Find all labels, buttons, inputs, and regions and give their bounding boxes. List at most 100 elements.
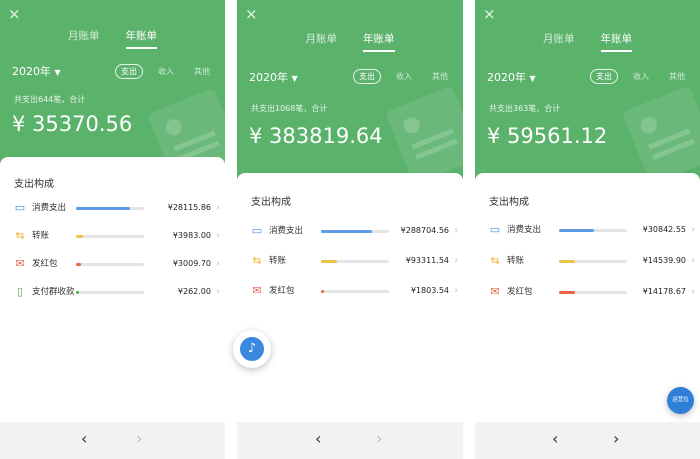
close-icon[interactable]: × [245,6,258,22]
category-amount: ¥3983.00 [172,231,211,240]
chevron-right-icon: › [216,203,220,213]
section-title: 支出构成 [489,197,529,208]
category-label: 消费支出 [32,203,67,213]
breakdown-card: 支出构成 ▭ 消费支出 ¥30842.55 › ⇆ 转账 ¥14539.90 › ✉ 发红包 ¥14… [475,173,700,422]
close-icon[interactable]: × [8,6,21,22]
section-title: 支出构成 [14,179,54,190]
category-amount: ¥14178.67 [642,287,686,296]
category-progress-track [559,260,627,263]
chevron-right-icon: › [454,256,458,266]
chevron-right-icon: › [691,287,695,297]
category-label: 发红包 [269,286,295,296]
chevron-down-icon: ▼ [291,74,298,83]
chevron-right-icon: › [216,287,220,297]
segment-expense[interactable]: 支出 [353,69,381,84]
category-label: 消费支出 [507,225,542,235]
segment-expense[interactable]: 支出 [115,64,143,79]
expense-summary: 共支出1068笔，合计 [251,104,328,113]
tab-bar: 月账单 年账单 [475,33,700,52]
year-selector[interactable]: 2020年 ▼ [249,69,298,85]
category-progress-fill [559,229,595,232]
red-envelope-icon: ✉ [490,285,500,298]
bottom-nav: ‹ › [0,422,225,459]
screen-2: × 月账单 年账单 2020年 ▼ 支出 收入 其他 共支出1068笔，合计 ¥… [237,0,463,459]
tab-yearly-bill[interactable]: 年账单 [363,33,395,52]
category-label: 转账 [32,231,50,241]
category-label: 转账 [507,256,525,266]
category-amount: ¥93311.54 [405,256,449,265]
category-progress-track [321,290,389,293]
category-row[interactable]: ✉ 发红包 ¥3009.70 › [0,258,225,272]
category-row[interactable]: ▭ 消费支出 ¥28115.86 › [0,202,225,216]
segment-income[interactable]: 收入 [628,70,654,83]
category-progress-track [76,235,144,238]
segment-income[interactable]: 收入 [391,70,417,83]
segment-other[interactable]: 其他 [189,65,215,78]
category-label: 发红包 [507,287,533,297]
music-floating-button[interactable]: ♪ [233,330,271,368]
segment-expense[interactable]: 支出 [590,69,618,84]
category-row[interactable]: ⇆ 转账 ¥93311.54 › [237,255,463,269]
category-progress-track [321,230,389,233]
category-progress-track [321,260,389,263]
chevron-right-icon: › [691,256,695,266]
category-progress-fill [321,290,325,293]
tab-yearly-bill[interactable]: 年账单 [125,30,157,49]
category-progress-track [76,263,144,266]
category-progress-fill [76,263,82,266]
tab-bar: 月账单 年账单 [0,30,225,49]
next-button[interactable]: › [613,430,619,448]
category-progress-fill [559,260,576,263]
category-amount: ¥288704.56 [400,226,449,235]
category-row[interactable]: ▭ 消费支出 ¥30842.55 › [475,224,700,238]
year-selector[interactable]: 2020年 ▼ [12,63,61,79]
tab-monthly-bill[interactable]: 月账单 [306,33,338,52]
category-row[interactable]: ▭ 消费支出 ¥288704.56 › [237,225,463,239]
total-amount: ¥ 59561.12 [487,124,608,148]
category-progress-track [76,291,144,294]
category-amount: ¥1803.54 [410,286,449,295]
type-segment: 支出 收入 其他 [353,69,453,84]
category-row[interactable]: ⇆ 转账 ¥3983.00 › [0,230,225,244]
category-label: 发红包 [32,259,58,269]
red-envelope-icon: ✉ [252,284,262,297]
prev-button[interactable]: ‹ [81,430,87,448]
category-row[interactable]: ⇆ 转账 ¥14539.90 › [475,255,700,269]
transfer-icon: ⇆ [252,254,262,267]
tab-monthly-bill[interactable]: 月账单 [543,33,575,52]
tab-monthly-bill[interactable]: 月账单 [68,30,100,49]
type-segment: 支出 收入 其他 [115,64,215,79]
category-progress-fill [321,260,338,263]
category-label: 消费支出 [269,226,304,236]
tab-yearly-bill[interactable]: 年账单 [600,33,632,52]
year-label: 2020年 [12,65,51,78]
category-label: 转账 [269,256,287,266]
category-progress-fill [76,291,79,294]
total-amount: ¥ 35370.56 [12,112,133,136]
total-amount: ¥ 383819.64 [249,124,383,148]
year-selector[interactable]: 2020年 ▼ [487,69,536,85]
category-row[interactable]: ▯ 支付群收款 ¥262.00 › [0,286,225,300]
close-icon[interactable]: × [483,6,496,22]
category-row[interactable]: ✉ 发红包 ¥14178.67 › [475,286,700,300]
category-progress-track [559,229,627,232]
chevron-right-icon: › [454,286,458,296]
wallet-icon: ▭ [251,224,263,237]
segment-income[interactable]: 收入 [153,65,179,78]
screen-3: × 月账单 年账单 2020年 ▼ 支出 收入 其他 共支出363笔，合计 ¥ … [475,0,700,459]
year-label: 2020年 [487,71,526,84]
wallet-icon: ▭ [14,201,26,214]
segment-other[interactable]: 其他 [427,70,453,83]
segment-other[interactable]: 其他 [664,70,690,83]
category-progress-fill [76,207,131,210]
music-note-icon: ♪ [240,337,264,361]
prev-button[interactable]: ‹ [315,430,321,448]
prev-button[interactable]: ‹ [552,430,558,448]
next-button: › [136,429,143,448]
transfer-icon: ⇆ [15,229,25,242]
year-label: 2020年 [249,71,288,84]
section-title: 支出构成 [251,197,291,208]
category-row[interactable]: ✉ 发红包 ¥1803.54 › [237,285,463,299]
floating-promo-button[interactable]: 运营位 [667,387,694,414]
bill-illustration [622,85,700,185]
